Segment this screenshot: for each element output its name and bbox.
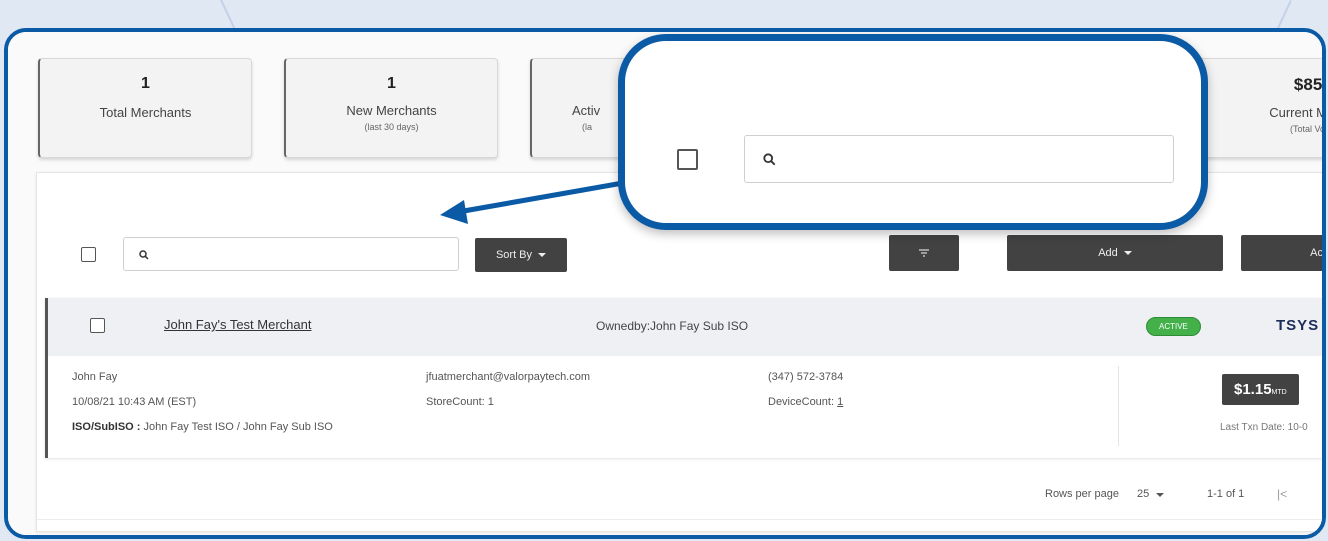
merchant-name-link[interactable]: John Fay's Test Merchant bbox=[164, 317, 311, 332]
merchant-created-date: 10/08/21 10:43 AM (EST) bbox=[72, 396, 197, 408]
rows-per-page-label: Rows per page bbox=[1045, 488, 1119, 500]
merchant-checkbox[interactable] bbox=[90, 318, 105, 333]
merchant-row: John Fay's Test Merchant Ownedby:John Fa… bbox=[45, 298, 1322, 458]
rows-per-page-select[interactable]: 25 bbox=[1137, 488, 1165, 500]
pagination-range: 1-1 of 1 bbox=[1207, 488, 1245, 500]
stat-value: $85, bbox=[1293, 75, 1326, 94]
iso-label: ISO/SubISO : bbox=[72, 421, 141, 433]
zoomed-search-input[interactable] bbox=[744, 135, 1174, 183]
rows-per-page-value: 25 bbox=[1137, 488, 1150, 500]
device-count: DeviceCount: 1 bbox=[768, 396, 843, 408]
actions-button[interactable]: Ac bbox=[1241, 235, 1323, 271]
mtd-suffix: MTD bbox=[1271, 389, 1287, 396]
merchant-phone: (347) 572-3784 bbox=[768, 371, 844, 383]
add-label: Add bbox=[1098, 247, 1118, 259]
callout-arrow bbox=[440, 177, 641, 224]
zoomed-select-all-checkbox[interactable] bbox=[677, 149, 698, 170]
merchant-email: jfuatmerchant@valorpaytech.com bbox=[426, 371, 591, 383]
zoom-callout bbox=[618, 34, 1208, 230]
processor-logo: TSYS bbox=[1276, 317, 1320, 334]
divider bbox=[1118, 366, 1119, 446]
chevron-down-icon bbox=[1156, 493, 1165, 497]
device-count-label: DeviceCount: bbox=[768, 396, 835, 408]
iso-value: John Fay Test ISO / John Fay Sub ISO bbox=[143, 421, 333, 433]
filter-icon bbox=[919, 249, 929, 257]
filter-button[interactable] bbox=[889, 235, 959, 271]
screenshot-frame: 1 Total Merchants 1 New Merchants (last … bbox=[4, 28, 1326, 539]
search-icon bbox=[763, 153, 776, 166]
stat-label: Current M bbox=[1269, 105, 1326, 120]
merchant-contact: John Fay bbox=[72, 371, 118, 383]
divider bbox=[37, 519, 1322, 520]
iso-info: ISO/SubISO : John Fay Test ISO / John Fa… bbox=[72, 421, 333, 433]
status-badge: ACTIVE bbox=[1146, 317, 1201, 336]
chevron-down-icon bbox=[1123, 251, 1132, 255]
merchant-row-header: John Fay's Test Merchant Ownedby:John Fa… bbox=[48, 298, 1322, 356]
store-count: StoreCount: 1 bbox=[426, 396, 494, 408]
owned-by-text: Ownedby:John Fay Sub ISO bbox=[596, 319, 749, 333]
stat-sub: (Total Vol bbox=[1289, 124, 1326, 134]
last-txn-date: Last Txn Date: 10-0 bbox=[1220, 422, 1308, 433]
add-button[interactable]: Add bbox=[1007, 235, 1223, 271]
device-count-link[interactable]: 1 bbox=[837, 396, 843, 408]
actions-label: Ac bbox=[1310, 247, 1323, 259]
stat-card-current-volume: $85, Current M (Total Vol bbox=[1198, 58, 1326, 158]
first-page-icon[interactable]: |< bbox=[1277, 487, 1287, 501]
mtd-amount-value: $1.15 bbox=[1234, 381, 1272, 398]
mtd-amount: $1.15MTD bbox=[1222, 374, 1299, 405]
dashboard: 1 Total Merchants 1 New Merchants (last … bbox=[8, 32, 1322, 535]
